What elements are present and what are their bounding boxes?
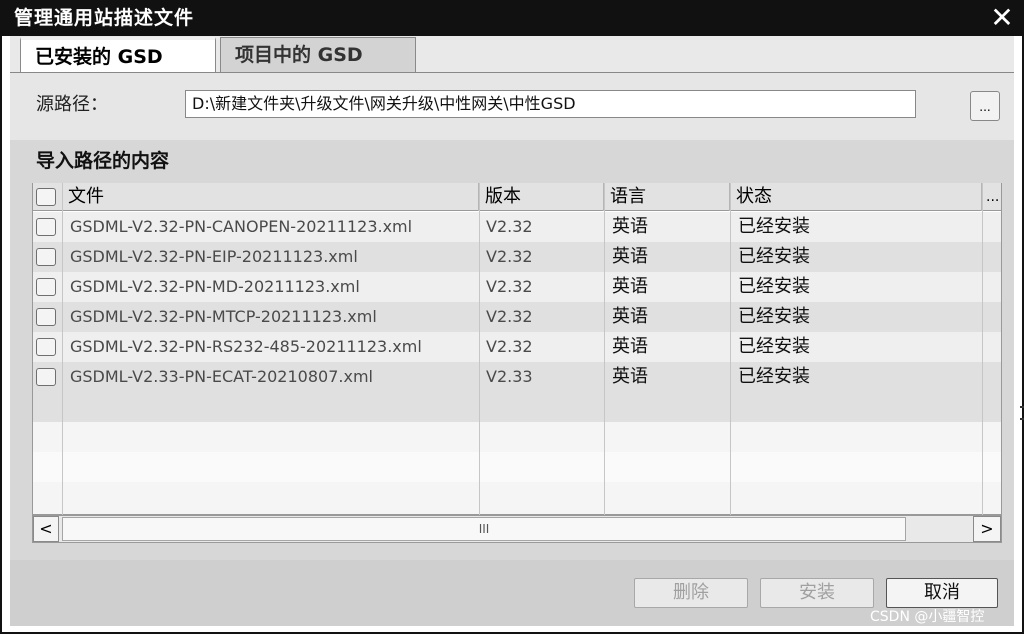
column-divider — [479, 183, 480, 515]
window-title: 管理通用站描述文件 — [14, 7, 195, 29]
row-language: 英语 — [612, 216, 648, 237]
column-header-language[interactable]: 语言 — [604, 183, 730, 211]
row-file-name: GSDML-V2.33-PN-ECAT-20210807.xml — [70, 367, 373, 386]
delete-button[interactable]: 删除 — [634, 578, 748, 608]
row-checkbox[interactable] — [36, 338, 56, 356]
row-file-name: GSDML-V2.32-PN-CANOPEN-20211123.xml — [70, 217, 413, 236]
empty-row — [33, 482, 1001, 514]
row-status: 已经安装 — [738, 276, 810, 297]
row-file-name: GSDML-V2.32-PN-RS232-485-20211123.xml — [70, 337, 422, 356]
scroll-left-icon[interactable]: < — [33, 516, 59, 542]
row-language: 英语 — [612, 276, 648, 297]
empty-row — [33, 392, 1001, 422]
install-button[interactable]: 安装 — [760, 578, 874, 608]
title-bar: 管理通用站描述文件 — [0, 0, 1024, 36]
row-checkbox[interactable] — [36, 308, 56, 326]
tab-project-gsd[interactable]: 项目中的 GSD — [220, 37, 416, 73]
row-checkbox[interactable] — [36, 218, 56, 236]
section-title: 导入路径的内容 — [36, 150, 170, 172]
row-version: V2.32 — [486, 247, 533, 266]
row-status: 已经安装 — [738, 246, 810, 267]
row-version: V2.32 — [486, 217, 533, 236]
column-divider — [62, 183, 63, 515]
row-version: V2.32 — [486, 337, 533, 356]
row-language: 英语 — [612, 366, 648, 387]
row-checkbox[interactable] — [36, 248, 56, 266]
row-checkbox[interactable] — [36, 278, 56, 296]
row-file-name: GSDML-V2.32-PN-MD-20211123.xml — [70, 277, 360, 296]
row-file-name: GSDML-V2.32-PN-MTCP-20211123.xml — [70, 307, 377, 326]
row-status: 已经安装 — [738, 336, 810, 357]
column-divider — [982, 183, 983, 515]
scroll-right-icon[interactable]: > — [973, 516, 1001, 542]
scrollbar-thumb[interactable]: III — [62, 517, 906, 541]
edge-mark — [1020, 418, 1024, 420]
close-icon[interactable]: ✕ — [986, 4, 1018, 34]
row-status: 已经安装 — [738, 306, 810, 327]
row-version: V2.33 — [486, 367, 533, 386]
column-header-more[interactable]: ... — [982, 183, 1002, 211]
empty-row — [33, 452, 1001, 482]
source-path-input[interactable]: D:\新建文件夹\升级文件\网关升级\中性网关\中性GSD — [185, 90, 916, 118]
browse-button[interactable]: ... — [970, 91, 1000, 121]
column-divider — [730, 183, 731, 515]
row-language: 英语 — [612, 336, 648, 357]
row-status: 已经安装 — [738, 366, 810, 387]
row-language: 英语 — [612, 246, 648, 267]
row-language: 英语 — [612, 306, 648, 327]
column-header-version[interactable]: 版本 — [479, 183, 604, 211]
tab-installed-gsd[interactable]: 已安装的 GSD — [20, 37, 216, 73]
row-version: V2.32 — [486, 307, 533, 326]
row-status: 已经安装 — [738, 216, 810, 237]
source-path-label: 源路径： — [36, 94, 108, 115]
row-file-name: GSDML-V2.32-PN-EIP-20211123.xml — [70, 247, 358, 266]
cancel-button[interactable]: 取消 — [886, 578, 998, 608]
row-checkbox[interactable] — [36, 368, 56, 386]
column-divider — [604, 183, 605, 515]
edge-mark — [1020, 406, 1024, 408]
column-header-file[interactable]: 文件 — [62, 183, 479, 211]
row-version: V2.32 — [486, 277, 533, 296]
column-header-status[interactable]: 状态 — [730, 183, 982, 211]
empty-row — [33, 422, 1001, 452]
watermark-text: CSDN @小疆智控 — [870, 609, 985, 625]
select-all-checkbox[interactable] — [36, 188, 56, 206]
